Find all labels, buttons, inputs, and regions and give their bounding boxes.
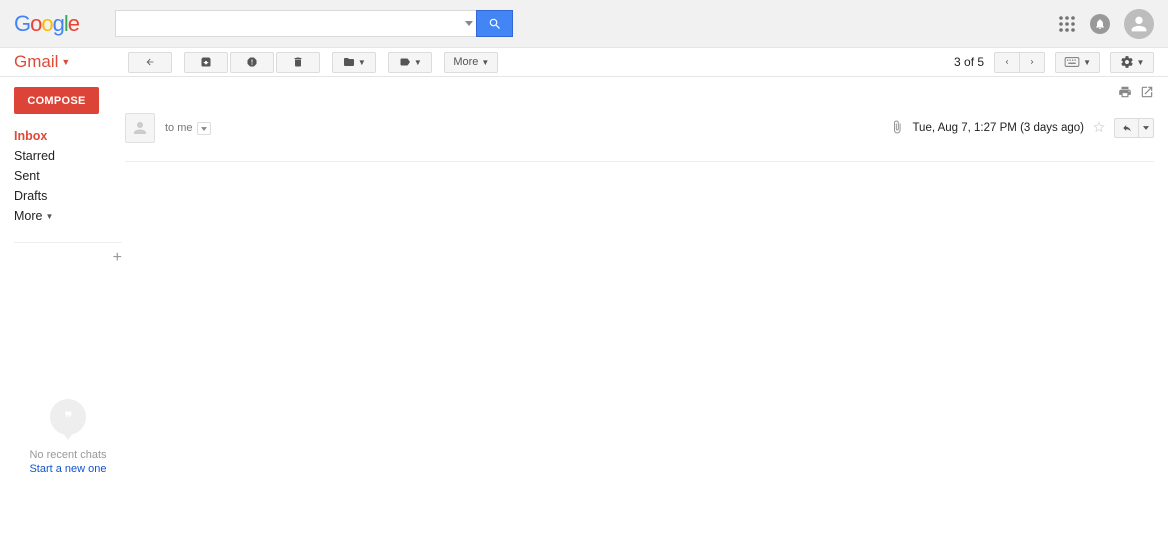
new-chat-button[interactable]: + xyxy=(113,249,122,267)
chevron-down-icon: ▼ xyxy=(358,58,366,67)
delete-button[interactable] xyxy=(276,52,320,73)
spam-button[interactable] xyxy=(230,52,274,73)
archive-icon xyxy=(200,56,212,68)
star-icon xyxy=(1092,120,1106,134)
google-logo[interactable]: Google xyxy=(14,11,79,37)
main-layout: COMPOSE Inbox Starred Sent Drafts More ▼… xyxy=(0,77,1168,475)
show-details-button[interactable] xyxy=(197,122,211,135)
chevron-down-icon: ▼ xyxy=(45,212,53,221)
back-button[interactable] xyxy=(128,52,172,73)
folder-icon xyxy=(343,56,355,68)
print-button[interactable] xyxy=(1118,85,1132,99)
input-tools-button[interactable]: ▼ xyxy=(1055,52,1100,73)
top-right-controls xyxy=(1058,9,1154,39)
sidebar-item-starred[interactable]: Starred xyxy=(14,146,125,166)
search-icon xyxy=(488,17,502,31)
settings-button[interactable]: ▼ xyxy=(1110,52,1154,73)
prev-button[interactable] xyxy=(994,52,1019,73)
back-arrow-icon xyxy=(143,57,157,67)
archive-button[interactable] xyxy=(184,52,228,73)
hangouts-icon: ❞ xyxy=(50,399,86,435)
chevron-down-icon xyxy=(1143,126,1149,130)
label-icon xyxy=(399,56,411,68)
notifications-icon[interactable] xyxy=(1090,14,1110,34)
keyboard-icon xyxy=(1064,57,1080,67)
chevron-down-icon: ▼ xyxy=(481,58,489,67)
app-label-text: Gmail xyxy=(14,52,58,72)
sidebar-item-more[interactable]: More ▼ xyxy=(14,206,125,226)
reply-more-button[interactable] xyxy=(1138,118,1154,138)
print-icon xyxy=(1118,85,1132,99)
compose-button[interactable]: COMPOSE xyxy=(14,87,99,114)
attachment-icon[interactable] xyxy=(890,120,904,137)
more-label: More xyxy=(453,56,478,68)
reply-icon xyxy=(1120,123,1134,133)
spam-icon xyxy=(246,56,258,68)
chevron-left-icon xyxy=(1003,57,1011,67)
move-to-button[interactable]: ▼ xyxy=(332,52,376,73)
chevron-down-icon: ▼ xyxy=(1083,58,1091,67)
app-label[interactable]: Gmail ▼ xyxy=(14,52,70,72)
more-label: More xyxy=(14,209,42,223)
sidebar-item-sent[interactable]: Sent xyxy=(14,166,125,186)
top-bar: Google xyxy=(0,0,1168,48)
recipient-info: to me xyxy=(165,122,211,135)
message-date: Tue, Aug 7, 1:27 PM (3 days ago) xyxy=(912,122,1084,134)
expand-icon xyxy=(1140,85,1154,99)
message-meta: Tue, Aug 7, 1:27 PM (3 days ago) xyxy=(890,118,1154,138)
chevron-right-icon xyxy=(1028,57,1036,67)
chevron-down-icon: ▼ xyxy=(61,57,70,67)
account-avatar[interactable] xyxy=(1124,9,1154,39)
folder-list: Inbox Starred Sent Drafts More ▼ xyxy=(14,126,125,226)
to-text: to me xyxy=(165,122,193,134)
chevron-down-icon xyxy=(201,127,207,131)
chevron-down-icon: ▼ xyxy=(414,58,422,67)
sidebar-item-inbox[interactable]: Inbox xyxy=(14,126,125,146)
sender-avatar[interactable] xyxy=(125,113,155,143)
sidebar: COMPOSE Inbox Starred Sent Drafts More ▼… xyxy=(0,77,125,475)
trash-icon xyxy=(292,56,304,68)
action-toolbar: Gmail ▼ ▼ ▼ More ▼ xyxy=(0,48,1168,77)
message-header: to me Tue, Aug 7, 1:27 PM (3 days ago) xyxy=(125,105,1154,162)
labels-button[interactable]: ▼ xyxy=(388,52,432,73)
search-input[interactable] xyxy=(115,10,462,37)
search-options-dropdown[interactable] xyxy=(462,10,476,37)
next-button[interactable] xyxy=(1019,52,1045,73)
sidebar-item-drafts[interactable]: Drafts xyxy=(14,186,125,206)
message-pane: to me Tue, Aug 7, 1:27 PM (3 days ago) xyxy=(125,77,1168,475)
message-count: 3 of 5 xyxy=(954,55,984,69)
search-button[interactable] xyxy=(476,10,513,37)
message-actions xyxy=(125,77,1154,105)
new-window-button[interactable] xyxy=(1140,85,1154,99)
chevron-down-icon: ▼ xyxy=(1137,58,1145,67)
apps-icon[interactable] xyxy=(1058,15,1076,33)
star-button[interactable] xyxy=(1092,120,1106,137)
search-container xyxy=(115,10,513,37)
start-chat-link[interactable]: Start a new one xyxy=(14,463,122,475)
gear-icon xyxy=(1120,55,1134,69)
chat-section: + ❞ No recent chats Start a new one xyxy=(14,242,122,475)
more-button[interactable]: More ▼ xyxy=(444,52,498,73)
reply-button[interactable] xyxy=(1114,118,1138,138)
no-chats-text: No recent chats xyxy=(14,449,122,461)
